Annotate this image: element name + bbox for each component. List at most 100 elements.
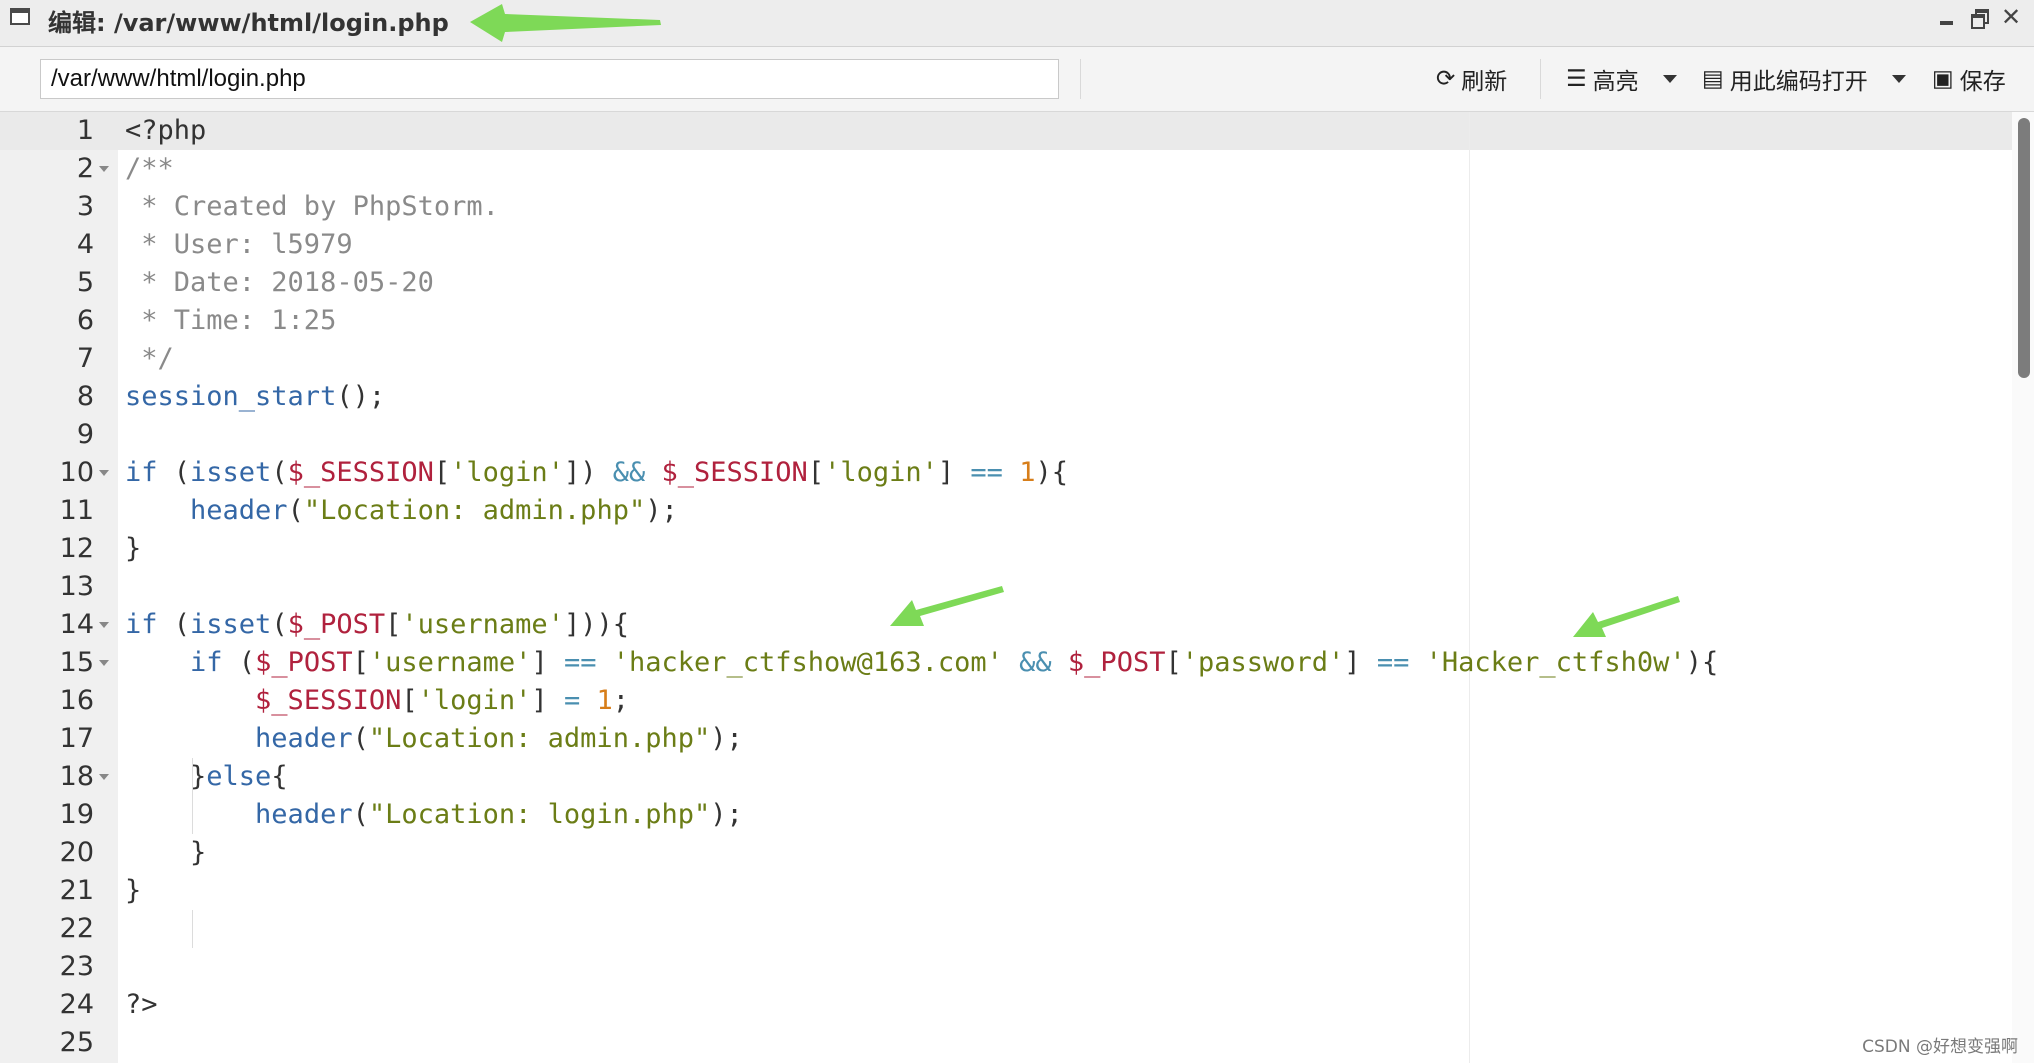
code-token: header (255, 799, 353, 830)
code-line[interactable]: 6 * Time: 1:25 (0, 302, 1990, 340)
code-line[interactable]: 16 $_SESSION['login'] = 1; (0, 682, 1990, 720)
refresh-label: 刷新 (1461, 69, 1508, 95)
code-token: ){ (1035, 457, 1068, 488)
code-text: } (125, 530, 141, 568)
code-line[interactable]: 3 * Created by PhpStorm. (0, 188, 1990, 226)
code-token: [ (352, 647, 369, 678)
line-number: 18 (59, 761, 94, 792)
window-controls: ✕ (1936, 5, 2022, 29)
code-token: == (970, 457, 1003, 488)
code-token: (); (336, 381, 386, 412)
line-number: 15 (59, 647, 94, 678)
refresh-button[interactable]: ⟳ 刷新 (1436, 59, 1507, 99)
code-token: * User: l5979 (125, 229, 353, 260)
code-token: header (255, 723, 353, 754)
code-line[interactable]: 15 if ($_POST['username'] == 'hacker_ctf… (0, 644, 1990, 682)
code-line[interactable]: 11 header("Location: admin.php"); (0, 492, 1990, 530)
open-with-encoding-label: 用此编码打开 (1729, 69, 1868, 95)
window-icon (10, 8, 30, 25)
line-number: 2 (76, 153, 94, 184)
code-token: ?> (125, 989, 158, 1020)
file-path-input[interactable] (40, 59, 1059, 99)
code-line[interactable]: 19 header("Location: login.php"); (0, 796, 1990, 834)
code-text: header("Location: login.php"); (125, 796, 743, 834)
fold-toggle-icon[interactable] (99, 166, 109, 172)
code-token: * Created by PhpStorm. (125, 191, 499, 222)
fold-toggle-icon[interactable] (99, 622, 109, 628)
code-line[interactable]: 14 if (isset($_POST['username'])){ (0, 606, 1990, 644)
save-button[interactable]: ▣ 保存 (1932, 59, 2006, 99)
indent-guide (192, 758, 193, 834)
fold-toggle-icon[interactable] (99, 470, 109, 476)
code-token: $_SESSION (661, 457, 808, 488)
code-token: isset (190, 609, 272, 640)
fold-toggle-icon[interactable] (99, 660, 109, 666)
line-number: 1 (76, 115, 94, 146)
code-token: = (563, 685, 581, 716)
code-line[interactable]: 2 /** (0, 150, 1990, 188)
code-text: * User: l5979 (125, 226, 353, 264)
line-number: 7 (76, 343, 94, 374)
line-number: 19 (59, 799, 94, 830)
code-line[interactable]: 22 (0, 910, 1990, 948)
code-editor[interactable]: 1 <?php 2 /** 3 * Created by PhpStorm. 4 * Us… (0, 112, 2034, 1063)
code-line[interactable]: 17 header("Location: admin.php"); (0, 720, 1990, 758)
code-token: $_POST (1067, 647, 1166, 678)
code-line[interactable]: 9 (0, 416, 1990, 454)
code-token: ] (1344, 647, 1377, 678)
chevron-down-icon[interactable] (1662, 75, 1677, 83)
code-token: && (612, 457, 646, 488)
code-token: ( (222, 647, 256, 678)
code-line[interactable]: 1 <?php (0, 112, 1990, 150)
fold-toggle-icon[interactable] (99, 774, 109, 780)
scrollbar-thumb[interactable] (2018, 118, 2030, 378)
code-line[interactable]: 25 (0, 1024, 1990, 1062)
code-line[interactable]: 23 (0, 948, 1990, 986)
code-line[interactable]: 20 } (0, 834, 1990, 872)
code-line[interactable]: 24 ?> (0, 986, 1990, 1024)
code-token: 'username' (401, 609, 564, 640)
code-line[interactable]: 4 * User: l5979 (0, 226, 1990, 264)
code-token: else (206, 761, 272, 792)
code-token: [ (433, 457, 451, 488)
vertical-scrollbar[interactable] (2012, 112, 2034, 1063)
code-token: == (1376, 647, 1410, 678)
code-line[interactable]: 8 session_start(); (0, 378, 1990, 416)
code-token: 'login' (417, 685, 532, 716)
code-token: [ (385, 609, 402, 640)
line-number: 14 (59, 609, 94, 640)
code-text: * Created by PhpStorm. (125, 188, 499, 226)
code-text: /** (125, 150, 174, 188)
line-number: 10 (59, 457, 94, 488)
code-token: isset (190, 457, 272, 488)
close-icon[interactable]: ✕ (2000, 5, 2022, 29)
code-line[interactable]: 18 }else{ (0, 758, 1990, 796)
restore-icon[interactable] (1968, 6, 1990, 29)
open-with-encoding-button[interactable]: ▤ 用此编码打开 (1702, 59, 1906, 99)
code-line[interactable]: 12} (0, 530, 1990, 568)
code-text: if ($_POST['username'] == 'hacker_ctfsho… (125, 644, 1718, 682)
code-text: session_start(); (125, 378, 385, 416)
code-line[interactable]: 10 if (isset($_SESSION['login']) && $_SES… (0, 454, 1990, 492)
title-bar: 编辑: /var/www/html/login.php ✕ (0, 0, 2034, 47)
code-line[interactable]: 13 (0, 568, 1990, 606)
toolbar-divider (1540, 59, 1541, 99)
code-line[interactable]: 21} (0, 872, 1990, 910)
line-number: 13 (59, 571, 94, 602)
code-token: $_SESSION (287, 457, 434, 488)
code-line[interactable]: 7 */ (0, 340, 1990, 378)
highlight-button[interactable]: ☰ 高亮 (1566, 59, 1677, 99)
code-line[interactable]: 5 * Date: 2018-05-20 (0, 264, 1990, 302)
code-token: [ (807, 457, 825, 488)
line-number: 11 (59, 495, 94, 526)
minimize-icon[interactable] (1936, 6, 1958, 28)
chevron-down-icon[interactable] (1891, 75, 1906, 83)
code-token: 'hacker_ctfshow@163.com' (612, 647, 1003, 678)
